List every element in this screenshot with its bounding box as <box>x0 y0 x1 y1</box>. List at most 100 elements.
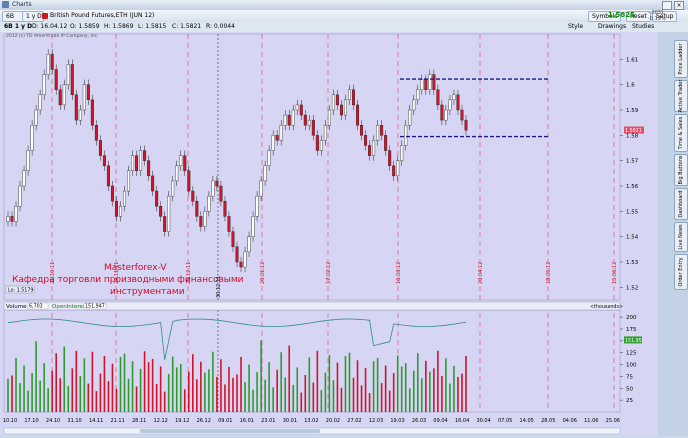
x-axis-label: 16.04 <box>455 418 469 424</box>
volume-bar <box>115 388 118 412</box>
candle <box>368 145 372 156</box>
chart-area[interactable]: 2012 (c) TD Ameritrade IP Company, Inc. 1… <box>0 32 658 436</box>
candle <box>191 190 195 202</box>
candle <box>247 236 251 253</box>
lo-label: Lo: 1.5179 <box>8 288 33 294</box>
x-axis-label: 24.10 <box>46 418 60 424</box>
candle <box>118 206 122 217</box>
volume-bar <box>67 385 70 412</box>
candle <box>287 114 291 126</box>
symbol-field[interactable]: 6B <box>2 11 24 22</box>
volume-bar <box>412 370 415 412</box>
volume-bar <box>445 358 447 412</box>
volume-axis-label: 50 <box>626 386 633 392</box>
candle <box>440 104 444 121</box>
candle <box>66 64 70 85</box>
candle <box>231 231 235 248</box>
bar-close: C: 1.5821 <box>172 23 202 30</box>
candle <box>151 175 155 192</box>
side-tab-active-trader[interactable]: Active Trader <box>674 80 688 112</box>
window-title: Charts <box>12 1 32 8</box>
candle <box>102 155 106 166</box>
candle <box>135 155 139 171</box>
volume-bar <box>304 374 307 412</box>
side-tab-label: Live News <box>678 224 684 250</box>
volume-bar <box>71 368 74 412</box>
volume-bar <box>167 374 170 412</box>
candle <box>6 216 10 222</box>
volume-bar <box>103 356 106 412</box>
x-axis-label: 12.12 <box>154 418 168 424</box>
candle <box>179 155 183 166</box>
candle <box>251 216 255 237</box>
candle <box>127 170 131 192</box>
oi-badge-label: 151.95 <box>625 338 642 344</box>
x-axis-label: 14.05 <box>520 418 534 424</box>
volume-bar <box>236 374 238 412</box>
volume-bar <box>179 364 182 412</box>
studies-button[interactable]: Studies <box>632 22 654 32</box>
candle <box>460 109 464 121</box>
candle <box>275 135 279 141</box>
volume-bar <box>360 385 363 412</box>
side-tab-big-buttons[interactable]: Big Buttons <box>674 154 688 186</box>
side-tab-time-sales[interactable]: Time & Sales <box>674 114 688 152</box>
side-tab-live-news[interactable]: Live News <box>674 222 688 252</box>
candle <box>444 109 448 121</box>
candle <box>215 180 219 187</box>
candle <box>243 251 247 268</box>
chart-scrollbar-thumb[interactable] <box>140 429 320 433</box>
close-icon[interactable]: × <box>674 1 684 10</box>
volume-bar <box>15 357 17 412</box>
candle <box>183 155 187 171</box>
volume-bar <box>187 371 190 412</box>
candle <box>327 109 331 126</box>
volume-bar <box>175 367 178 412</box>
price-panel[interactable] <box>3 33 621 301</box>
volume-bar <box>316 350 319 412</box>
price-volume-chart[interactable]: 2012 (c) TD Ameritrade IP Company, Inc.1… <box>0 32 658 436</box>
volume-bar <box>228 366 230 412</box>
candle <box>139 150 143 171</box>
volume-label: Volume <box>6 304 27 310</box>
side-tab-label: Time & Sales <box>678 116 684 150</box>
volume-bar <box>268 362 270 412</box>
candle <box>319 140 323 151</box>
candle <box>456 94 460 111</box>
candle <box>428 74 432 90</box>
candle <box>360 124 364 136</box>
side-tab-dashboard[interactable]: Dashboard <box>674 188 688 220</box>
candle <box>219 185 223 202</box>
candle <box>106 165 110 187</box>
volume-bar <box>441 375 443 412</box>
x-axis-label: 11.06 <box>584 418 598 424</box>
drawings-button[interactable]: Drawings <box>598 22 626 32</box>
bar-high: H: 1.5869 <box>104 23 134 30</box>
candle <box>400 145 404 161</box>
price-axis-label: 1.54 <box>626 235 639 241</box>
candle <box>339 104 343 116</box>
candle <box>267 150 271 166</box>
candle <box>239 261 243 268</box>
x-axis-label: 30.01 <box>283 418 297 424</box>
bar-open: O: 1.5859 <box>70 23 100 30</box>
candle <box>110 185 114 202</box>
side-tab-price-ladder[interactable]: Price Ladder <box>674 40 688 78</box>
timeframe-selector[interactable]: 1 y D <box>22 11 44 22</box>
style-button[interactable]: Style <box>568 22 583 32</box>
volume-bar <box>300 392 303 412</box>
candle <box>175 165 179 182</box>
side-tab-order-entry[interactable]: Order Entry <box>674 254 688 290</box>
maximize-icon[interactable] <box>662 1 672 10</box>
volume-bar <box>328 355 331 412</box>
volume-bar <box>336 362 339 412</box>
candle <box>74 94 78 121</box>
x-axis-label: 28.05 <box>541 418 555 424</box>
volume-bar <box>79 375 82 412</box>
x-axis-label: 09.01 <box>218 418 232 424</box>
volume-bar <box>59 378 62 412</box>
open-interest-label: OpenInterest <box>52 304 89 310</box>
x-axis-label: 21.11 <box>110 418 124 424</box>
candle <box>307 119 311 126</box>
volume-bar <box>35 341 37 412</box>
